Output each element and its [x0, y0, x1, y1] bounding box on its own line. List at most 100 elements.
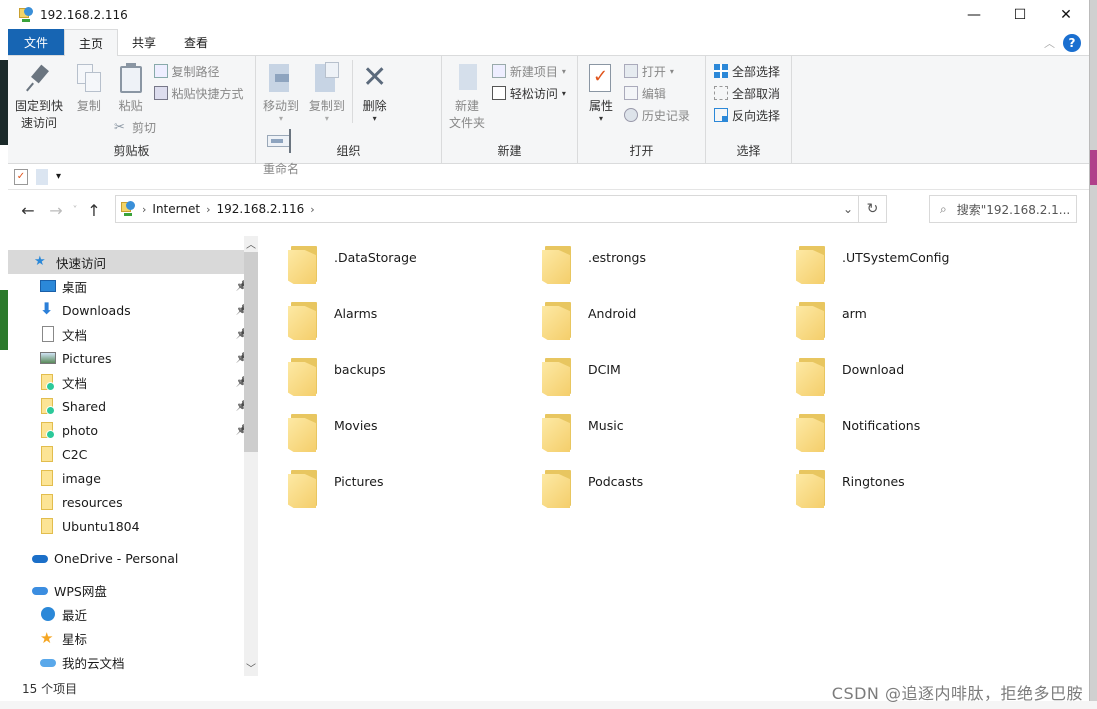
folder-item[interactable]: .estrongs [524, 236, 774, 292]
folder-icon [288, 244, 322, 288]
copy-button[interactable]: 复制 [70, 60, 108, 115]
copy-to-button[interactable]: 复制到 ▾ [306, 60, 348, 123]
sidebar-item[interactable]: ⬇ Downloads 📌 [8, 298, 258, 322]
delete-button[interactable]: ✕ 删除 ▾ [351, 60, 394, 123]
folder-name: Ringtones [842, 474, 905, 489]
folder-item[interactable]: Music [524, 404, 774, 460]
folder-item[interactable]: Podcasts [524, 460, 774, 516]
sidebar-wps-recent[interactable]: 最近 [8, 602, 258, 626]
breadcrumb-internet[interactable]: Internet [152, 202, 200, 216]
paste-shortcut-button[interactable]: 粘贴快捷方式 [153, 84, 244, 102]
minimize-button[interactable]: — [951, 0, 997, 30]
open-button[interactable]: 打开 ▾ [623, 62, 690, 80]
collapse-ribbon-icon[interactable]: ︿ [1044, 35, 1055, 51]
move-to-button[interactable]: 移动到 ▾ [260, 60, 302, 123]
window-title: 192.168.2.116 [40, 8, 128, 22]
back-button[interactable]: ← [16, 201, 40, 220]
sidebar-item[interactable]: Ubuntu1804 [8, 514, 258, 538]
new-folder-icon [451, 62, 483, 94]
folder-item[interactable]: Android [524, 292, 774, 348]
folder-item[interactable]: Pictures [270, 460, 520, 516]
folder-item[interactable]: DCIM [524, 348, 774, 404]
sidebar-item-label: 文档 [62, 375, 88, 391]
scrollbar-thumb[interactable] [244, 252, 258, 452]
history-button[interactable]: 历史记录 [623, 106, 690, 124]
select-none-button[interactable]: 全部取消 [714, 84, 780, 102]
copy-icon [73, 62, 105, 94]
breadcrumb-separator[interactable]: › [206, 203, 210, 216]
sidebar-item-label: C2C [62, 446, 88, 462]
folder-name: Android [588, 306, 637, 321]
tab-file[interactable]: 文件 [8, 29, 65, 55]
open-group-label: 打开 [629, 144, 654, 158]
scroll-down-icon[interactable]: ﹀ [244, 660, 258, 676]
sidebar-item[interactable]: image [8, 466, 258, 490]
pin-quick-access-button[interactable]: 固定到快 速访问 [12, 60, 66, 132]
sidebar-quick-access[interactable]: ★ 快速访问 [8, 250, 258, 274]
sidebar-item[interactable]: resources [8, 490, 258, 514]
breadcrumb-host[interactable]: 192.168.2.116 [216, 202, 304, 216]
search-box[interactable]: ⌕ 搜索"192.168.2.1... [929, 195, 1077, 223]
properties-qat-icon[interactable]: ✓ [14, 168, 28, 185]
quick-access-toolbar: ✓ ▾ [8, 164, 1089, 190]
paste-button[interactable]: 粘贴 [112, 60, 150, 115]
refresh-button[interactable]: ↻ [858, 196, 886, 222]
tab-share[interactable]: 共享 [118, 29, 170, 55]
sidebar-wps-cloud-docs[interactable]: 我的云文档 [8, 650, 258, 674]
sidebar-item-label: 文档 [62, 327, 88, 343]
customize-qat-icon[interactable]: ▾ [56, 171, 61, 182]
clock-icon [40, 606, 56, 622]
new-folder-qat-icon[interactable] [36, 168, 48, 185]
maximize-button[interactable]: ☐ [997, 0, 1043, 30]
address-dropdown-icon[interactable]: ⌄ [838, 196, 858, 222]
address-bar[interactable]: › Internet › 192.168.2.116 › ⌄ ↻ [115, 195, 887, 223]
folder-name: Podcasts [588, 474, 644, 489]
new-group-label: 新建 [497, 144, 522, 158]
help-icon[interactable]: ? [1063, 34, 1081, 52]
breadcrumb-separator[interactable]: › [142, 203, 146, 216]
breadcrumb-separator[interactable]: › [310, 203, 314, 216]
sidebar-wps[interactable]: WPS网盘 [8, 578, 258, 602]
sidebar-item[interactable]: C2C [8, 442, 258, 466]
select-all-button[interactable]: 全部选择 [714, 62, 780, 80]
document-icon [40, 326, 56, 342]
folder-item[interactable]: Movies [270, 404, 520, 460]
tab-home[interactable]: 主页 [64, 29, 119, 56]
sidebar-item[interactable]: 文档 📌 [8, 322, 258, 346]
ribbon: 固定到快 速访问 复制 粘贴 复制路径 粘贴快捷方式 ✂ 剪切 剪贴板 移动到 … [8, 56, 1089, 176]
close-button[interactable]: ✕ [1043, 0, 1089, 30]
folder-item[interactable]: backups [270, 348, 520, 404]
recent-locations-button[interactable]: ˅ [68, 205, 82, 216]
new-folder-button[interactable]: 新建 文件夹 [446, 60, 488, 132]
cut-button[interactable]: ✂ 剪切 [114, 118, 156, 136]
item-count: 15 个项目 [22, 682, 78, 696]
folder-item[interactable]: Download [778, 348, 1028, 404]
folder-item[interactable]: Alarms [270, 292, 520, 348]
sidebar-item[interactable]: photo 📌 [8, 418, 258, 442]
copy-path-button[interactable]: 复制路径 [153, 62, 244, 80]
navigation-pane-scrollbar[interactable]: ︿ ﹀ [244, 236, 258, 676]
new-item-button[interactable]: 新建项目 ▾ [491, 62, 566, 80]
sidebar-item[interactable]: Shared 📌 [8, 394, 258, 418]
edit-button[interactable]: 编辑 [623, 84, 690, 102]
properties-button[interactable]: ✓ 属性 ▾ [582, 60, 620, 123]
tab-view[interactable]: 查看 [170, 29, 222, 55]
folder-item[interactable]: arm [778, 292, 1028, 348]
sidebar-item[interactable]: Pictures 📌 [8, 346, 258, 370]
forward-button[interactable]: → [44, 201, 68, 220]
sidebar-onedrive[interactable]: OneDrive - Personal [8, 546, 258, 570]
scroll-up-icon[interactable]: ︿ [244, 236, 258, 252]
folder-item[interactable]: Notifications [778, 404, 1028, 460]
folder-item[interactable]: .DataStorage [270, 236, 520, 292]
up-button[interactable]: ↑ [82, 201, 106, 220]
invert-selection-button[interactable]: 反向选择 [714, 106, 780, 124]
easy-access-icon [491, 86, 506, 100]
sidebar-item[interactable]: 桌面 📌 [8, 274, 258, 298]
folder-item[interactable]: .UTSystemConfig [778, 236, 1028, 292]
synced-folder-icon [40, 398, 56, 415]
sidebar-wps-starred[interactable]: ★ 星标 [8, 626, 258, 650]
sidebar-item[interactable]: 文档 📌 [8, 370, 258, 394]
folder-item[interactable]: Ringtones [778, 460, 1028, 516]
easy-access-button[interactable]: 轻松访问 ▾ [491, 84, 566, 102]
clipboard-group: 固定到快 速访问 复制 粘贴 复制路径 粘贴快捷方式 ✂ 剪切 剪贴板 [8, 56, 256, 163]
